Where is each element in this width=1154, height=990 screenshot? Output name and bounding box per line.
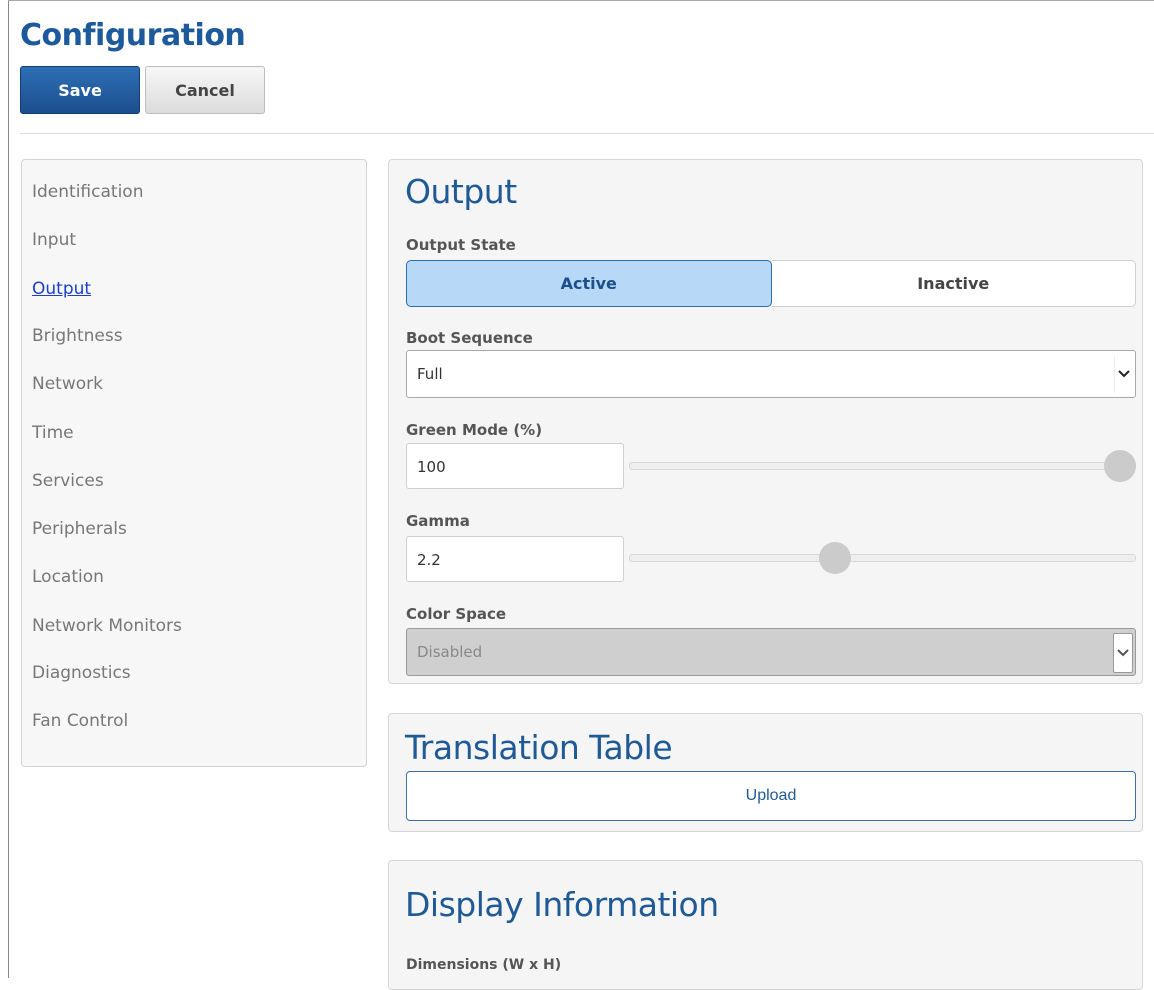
sidebar-item-time[interactable]: Time	[32, 423, 74, 443]
color-space-select: Disabled	[406, 628, 1136, 676]
sidebar-item-diagnostics[interactable]: Diagnostics	[32, 663, 131, 683]
color-space-label: Color Space	[406, 605, 507, 623]
output-state-inactive-option[interactable]: Inactive	[771, 260, 1136, 307]
cancel-button[interactable]: Cancel	[145, 66, 265, 114]
dimensions-label: Dimensions (W x H)	[406, 957, 562, 973]
sidebar-item-peripherals[interactable]: Peripherals	[32, 519, 127, 539]
chevron-down-icon	[1114, 355, 1133, 393]
output-state-toggle: Active Inactive	[406, 260, 1136, 307]
green-mode-slider-track	[629, 462, 1136, 470]
sidebar: Identification Input Output Brightness N…	[21, 159, 367, 767]
output-state-label: Output State	[406, 236, 516, 254]
translation-table-title: Translation Table	[405, 728, 673, 767]
green-mode-slider[interactable]	[629, 450, 1136, 482]
window-frame-left	[8, 0, 9, 978]
output-state-active-option[interactable]: Active	[406, 260, 772, 307]
translation-table-panel: Translation Table Upload	[388, 713, 1143, 832]
gamma-value: 2.2	[417, 551, 441, 569]
display-information-title: Display Information	[405, 885, 719, 924]
page-title: Configuration	[20, 18, 246, 53]
gamma-input[interactable]: 2.2	[406, 536, 624, 582]
sidebar-item-network[interactable]: Network	[32, 374, 103, 394]
output-panel-title: Output	[405, 172, 517, 211]
boot-sequence-value: Full	[417, 365, 443, 383]
sidebar-item-output[interactable]: Output	[32, 279, 91, 299]
gamma-slider[interactable]	[629, 542, 1136, 574]
window-frame-top	[8, 0, 1154, 1]
chevron-down-icon	[1113, 633, 1133, 673]
green-mode-input[interactable]: 100	[406, 443, 624, 489]
sidebar-item-services[interactable]: Services	[32, 471, 104, 491]
gamma-slider-track	[629, 554, 1136, 562]
sidebar-item-identification[interactable]: Identification	[32, 182, 143, 202]
save-button[interactable]: Save	[20, 66, 140, 114]
upload-button[interactable]: Upload	[406, 771, 1136, 821]
boot-sequence-label: Boot Sequence	[406, 329, 533, 347]
green-mode-slider-thumb[interactable]	[1104, 450, 1136, 482]
sidebar-item-fan-control[interactable]: Fan Control	[32, 711, 128, 731]
sidebar-item-input[interactable]: Input	[32, 230, 76, 250]
sidebar-item-brightness[interactable]: Brightness	[32, 326, 123, 346]
green-mode-label: Green Mode (%)	[406, 421, 543, 439]
sidebar-item-network-monitors[interactable]: Network Monitors	[32, 616, 182, 636]
green-mode-value: 100	[417, 458, 446, 476]
sidebar-item-location[interactable]: Location	[32, 567, 104, 587]
gamma-slider-thumb[interactable]	[819, 542, 851, 574]
header-divider	[20, 133, 1154, 134]
display-information-panel: Display Information Dimensions (W x H)	[388, 860, 1143, 990]
color-space-value: Disabled	[417, 643, 483, 661]
boot-sequence-select[interactable]: Full	[406, 350, 1136, 398]
output-panel: Output Output State Active Inactive Boot…	[388, 159, 1143, 684]
gamma-label: Gamma	[406, 512, 470, 530]
